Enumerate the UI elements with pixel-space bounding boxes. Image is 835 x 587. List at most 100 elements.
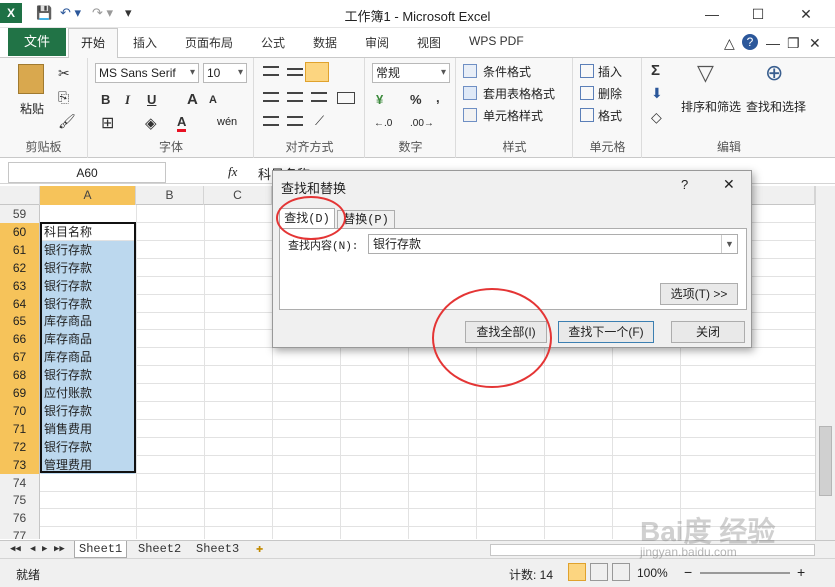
fill-color-icon[interactable]: ◈ — [145, 116, 157, 131]
zoom-in-button[interactable]: + — [797, 564, 805, 580]
tab-find[interactable]: 查找(D) — [279, 208, 335, 229]
cell-a[interactable] — [41, 474, 135, 492]
format-cells-button[interactable]: 格式 — [598, 107, 622, 124]
orientation-icon[interactable]: ⟋ — [315, 114, 324, 127]
font-color-button[interactable]: A — [177, 114, 187, 132]
cell-a[interactable]: 管理费用 — [41, 455, 135, 474]
insert-cells-button[interactable]: 插入 — [598, 63, 622, 80]
sheet-row[interactable]: 74 — [0, 473, 815, 492]
format-painter-icon[interactable]: 🖌 — [58, 114, 76, 128]
cell-a[interactable] — [41, 205, 135, 223]
tab-file[interactable]: 文件 — [8, 28, 66, 56]
minimize-ribbon-icon[interactable]: △ — [724, 36, 735, 50]
col-header-c[interactable]: C — [204, 186, 272, 205]
sheet-row[interactable]: 70 银行存款 — [0, 401, 815, 420]
find-next-button[interactable]: 查找下一个(F) — [558, 321, 654, 343]
shrink-font-button[interactable]: A — [209, 94, 217, 106]
col-header-a[interactable]: A — [40, 186, 136, 205]
row-header[interactable]: 65 — [0, 312, 40, 331]
sheet-row[interactable]: 69 应付账款 — [0, 384, 815, 402]
align-left-icon[interactable] — [263, 92, 279, 102]
comma-button[interactable]: , — [436, 90, 440, 105]
restore-button[interactable]: ☐ — [738, 3, 778, 25]
insert-function-icon[interactable]: fx — [228, 164, 237, 180]
cell-a[interactable]: 库存商品 — [41, 312, 135, 331]
conditional-format-button[interactable]: 条件格式 — [483, 63, 531, 80]
currency-button[interactable]: ¥ — [376, 92, 383, 107]
sheet-row[interactable]: 67 库存商品 — [0, 348, 815, 367]
row-header[interactable]: 61 — [0, 240, 40, 259]
row-header[interactable]: 69 — [0, 384, 40, 402]
align-center-icon[interactable] — [287, 92, 303, 102]
fill-down-icon[interactable]: ⬇ — [651, 86, 663, 100]
row-header[interactable]: 62 — [0, 258, 40, 277]
name-box[interactable]: A60 — [8, 162, 166, 183]
sheet-row[interactable]: 75 — [0, 491, 815, 510]
autosum-icon[interactable]: Σ — [651, 62, 660, 79]
new-sheet-icon[interactable]: ✚ — [252, 541, 267, 558]
italic-button[interactable]: I — [125, 92, 130, 108]
cell-a[interactable] — [41, 491, 135, 509]
workbook-minimize-icon[interactable]: — — [766, 36, 780, 50]
row-header[interactable]: 77 — [0, 527, 40, 539]
row-header[interactable]: 67 — [0, 348, 40, 367]
clear-icon[interactable]: ◇ — [651, 110, 662, 124]
sheet-nav-last[interactable]: ▶▶ — [50, 541, 69, 558]
sheet-tab-sheet3[interactable]: Sheet3 — [192, 541, 243, 558]
row-header[interactable]: 60 — [0, 222, 40, 241]
close-dialog-button[interactable]: 关闭 — [671, 321, 745, 343]
cell-a[interactable]: 库存商品 — [41, 348, 135, 367]
delete-cells-button[interactable]: 删除 — [598, 85, 622, 102]
grow-font-button[interactable]: A — [187, 91, 198, 108]
row-header[interactable]: 68 — [0, 366, 40, 385]
cell-a[interactable]: 库存商品 — [41, 330, 135, 349]
cell-a[interactable] — [41, 509, 135, 527]
cell-a[interactable]: 银行存款 — [41, 258, 135, 277]
bold-button[interactable]: B — [101, 92, 110, 107]
row-header[interactable]: 64 — [0, 294, 40, 313]
row-header[interactable]: 70 — [0, 401, 40, 420]
tab-wps-pdf[interactable]: WPS PDF — [469, 34, 524, 48]
binoculars-icon[interactable]: ⊕ — [765, 62, 783, 84]
workbook-restore-icon[interactable]: ❐ — [787, 36, 800, 50]
row-header[interactable]: 76 — [0, 509, 40, 528]
options-button[interactable]: 选项(T) >> — [660, 283, 738, 305]
row-header[interactable]: 59 — [0, 205, 40, 223]
cut-icon[interactable]: ✂ — [58, 66, 70, 80]
tab-replace[interactable]: 替换(P) — [337, 210, 395, 229]
phonetic-button[interactable]: wén — [217, 116, 237, 128]
help-icon[interactable]: ? — [742, 34, 758, 50]
tab-view[interactable]: 视图 — [417, 34, 441, 51]
tab-insert[interactable]: 插入 — [133, 34, 157, 51]
decrease-indent-icon[interactable] — [263, 116, 279, 126]
sheet-row[interactable]: 71 销售费用 — [0, 419, 815, 438]
cell-a[interactable]: 销售费用 — [41, 419, 135, 438]
vertical-scrollbar[interactable] — [815, 186, 835, 541]
cell-a[interactable]: 银行存款 — [41, 437, 135, 456]
row-header[interactable]: 73 — [0, 455, 40, 474]
close-window-button[interactable]: ✕ — [786, 3, 826, 25]
select-all-corner[interactable] — [0, 186, 40, 205]
font-size-combo[interactable]: 10 — [203, 63, 247, 83]
sheet-row[interactable]: 68 银行存款 — [0, 366, 815, 385]
row-header[interactable]: 74 — [0, 473, 40, 492]
sort-filter-button[interactable]: 排序和筛选 — [681, 98, 741, 115]
cell-a[interactable] — [41, 527, 135, 539]
normal-view-icon[interactable] — [568, 563, 586, 581]
paste-icon[interactable] — [18, 64, 44, 94]
cell-styles-button[interactable]: 单元格样式 — [483, 107, 543, 124]
font-name-combo[interactable]: MS Sans Serif — [95, 63, 199, 83]
find-what-input[interactable]: 银行存款 ▼ — [368, 234, 738, 254]
cell-a[interactable]: 科目名称 — [41, 223, 135, 241]
page-layout-view-icon[interactable] — [590, 563, 608, 581]
percent-button[interactable]: % — [410, 92, 422, 107]
merge-center-icon[interactable] — [337, 92, 355, 104]
cell-a[interactable]: 银行存款 — [41, 240, 135, 259]
paste-button[interactable]: 粘贴 — [20, 100, 44, 117]
cell-a[interactable]: 银行存款 — [41, 401, 135, 420]
align-top-icon[interactable] — [263, 66, 279, 76]
sheet-tab-sheet2[interactable]: Sheet2 — [134, 541, 185, 558]
vertical-scroll-thumb[interactable] — [819, 426, 832, 496]
align-middle-icon[interactable] — [287, 68, 303, 76]
tab-page-layout[interactable]: 页面布局 — [185, 34, 233, 51]
